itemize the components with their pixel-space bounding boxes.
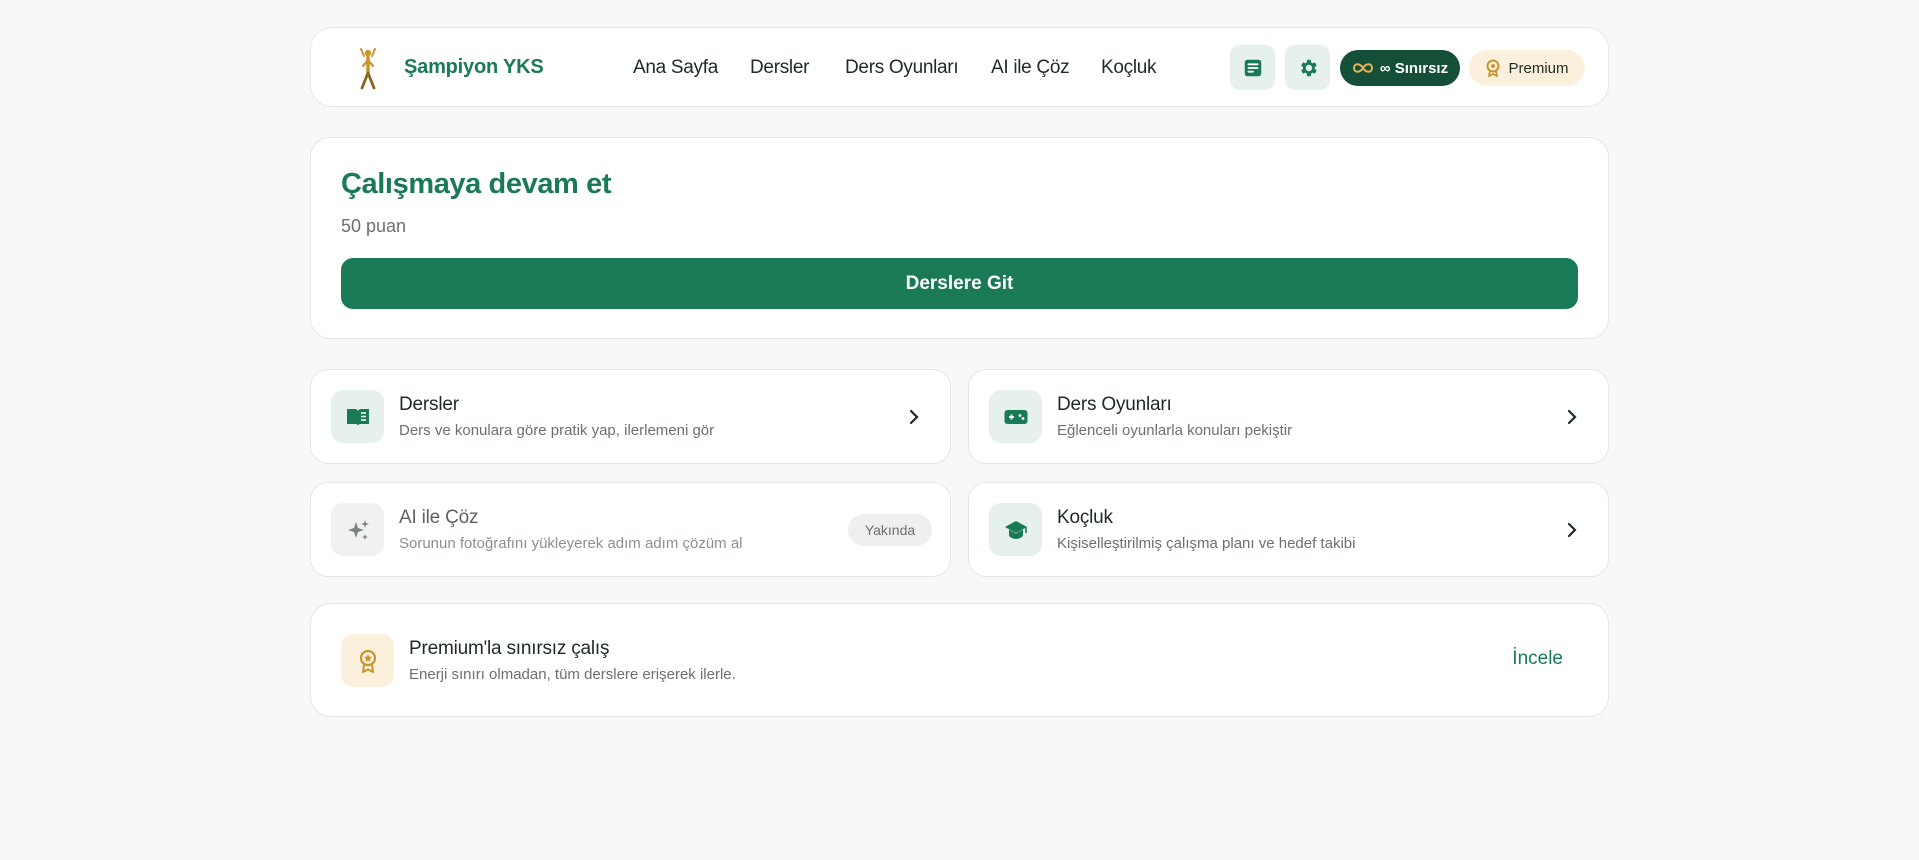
premium-desc: Enerji sınırı olmadan, tüm derslere eriş…: [409, 666, 736, 683]
continue-card: Çalışmaya devam et 50 puan Derslere Git: [310, 137, 1609, 339]
award-icon: [1486, 59, 1500, 77]
nav-ders-oyunlari[interactable]: Ders Oyunları: [845, 57, 959, 79]
premium-title: Premium'la sınırsız çalış: [409, 638, 610, 659]
feature-card-ai-ile-coz: AI ile Çöz Sorunun fotoğrafını yükleyere…: [310, 482, 951, 577]
feature-desc: Eğlenceli oyunlarla konuları pekiştir: [1057, 422, 1293, 439]
feature-title: AI ile Çöz: [399, 507, 479, 528]
feature-desc: Ders ve konulara göre pratik yap, ilerle…: [399, 422, 715, 439]
feature-title: Ders Oyunları: [1057, 394, 1172, 415]
award-icon: [359, 649, 376, 673]
gamepad-icon: [1004, 409, 1027, 424]
graduation-cap-icon: [1004, 520, 1027, 539]
feature-icon-box: [331, 390, 384, 443]
gear-icon: [1300, 59, 1317, 76]
feature-desc: Sorunun fotoğrafını yükleyerek adım adım…: [399, 535, 743, 552]
premium-button[interactable]: Premium: [1469, 50, 1585, 86]
energy-label: ∞ Sınırsız: [1379, 59, 1449, 77]
champion-logo-icon: [360, 48, 376, 90]
review-premium-link[interactable]: İncele: [1512, 648, 1563, 670]
sparkles-icon: [347, 519, 369, 540]
chevron-right-icon: [1567, 522, 1577, 538]
infinity-icon: [1352, 63, 1373, 73]
top-navbar: Şampiyon YKS Ana Sayfa Dersler Ders Oyun…: [310, 27, 1609, 107]
feature-icon-box: [989, 390, 1042, 443]
feature-title: Dersler: [399, 394, 459, 415]
nav-ai-ile-coz[interactable]: AI ile Çöz: [991, 57, 1070, 79]
chevron-right-icon: [909, 409, 919, 425]
energy-badge[interactable]: ∞ Sınırsız: [1340, 50, 1460, 86]
feature-icon-box: [989, 503, 1042, 556]
feature-card-ders-oyunlari[interactable]: Ders Oyunları Eğlenceli oyunlarla konula…: [968, 369, 1609, 464]
feature-icon-box: [331, 503, 384, 556]
notes-icon: [1244, 59, 1261, 76]
feature-title: Koçluk: [1057, 507, 1113, 528]
coming-soon-badge: Yakında: [848, 514, 932, 546]
notes-button[interactable]: [1230, 45, 1275, 90]
feature-card-dersler[interactable]: Dersler Ders ve konulara göre pratik yap…: [310, 369, 951, 464]
continue-title: Çalışmaya devam et: [341, 168, 612, 200]
premium-card: Premium'la sınırsız çalış Enerji sınırı …: [310, 603, 1609, 717]
points-text: 50 puan: [341, 216, 407, 236]
nav-ana-sayfa[interactable]: Ana Sayfa: [633, 57, 718, 79]
nav-dersler[interactable]: Dersler: [750, 57, 809, 79]
feature-desc: Kişiselleştirilmiş çalışma planı ve hede…: [1057, 535, 1356, 552]
book-icon: [346, 408, 369, 426]
premium-label: Premium: [1508, 59, 1569, 77]
premium-icon-box: [341, 634, 394, 687]
go-to-lessons-button[interactable]: Derslere Git: [341, 258, 1578, 309]
nav-kocluk[interactable]: Koçluk: [1101, 57, 1157, 79]
chevron-right-icon: [1567, 409, 1577, 425]
feature-card-kocluk[interactable]: Koçluk Kişiselleştirilmiş çalışma planı …: [968, 482, 1609, 577]
settings-button[interactable]: [1285, 45, 1330, 90]
brand-name[interactable]: Şampiyon YKS: [404, 56, 544, 79]
